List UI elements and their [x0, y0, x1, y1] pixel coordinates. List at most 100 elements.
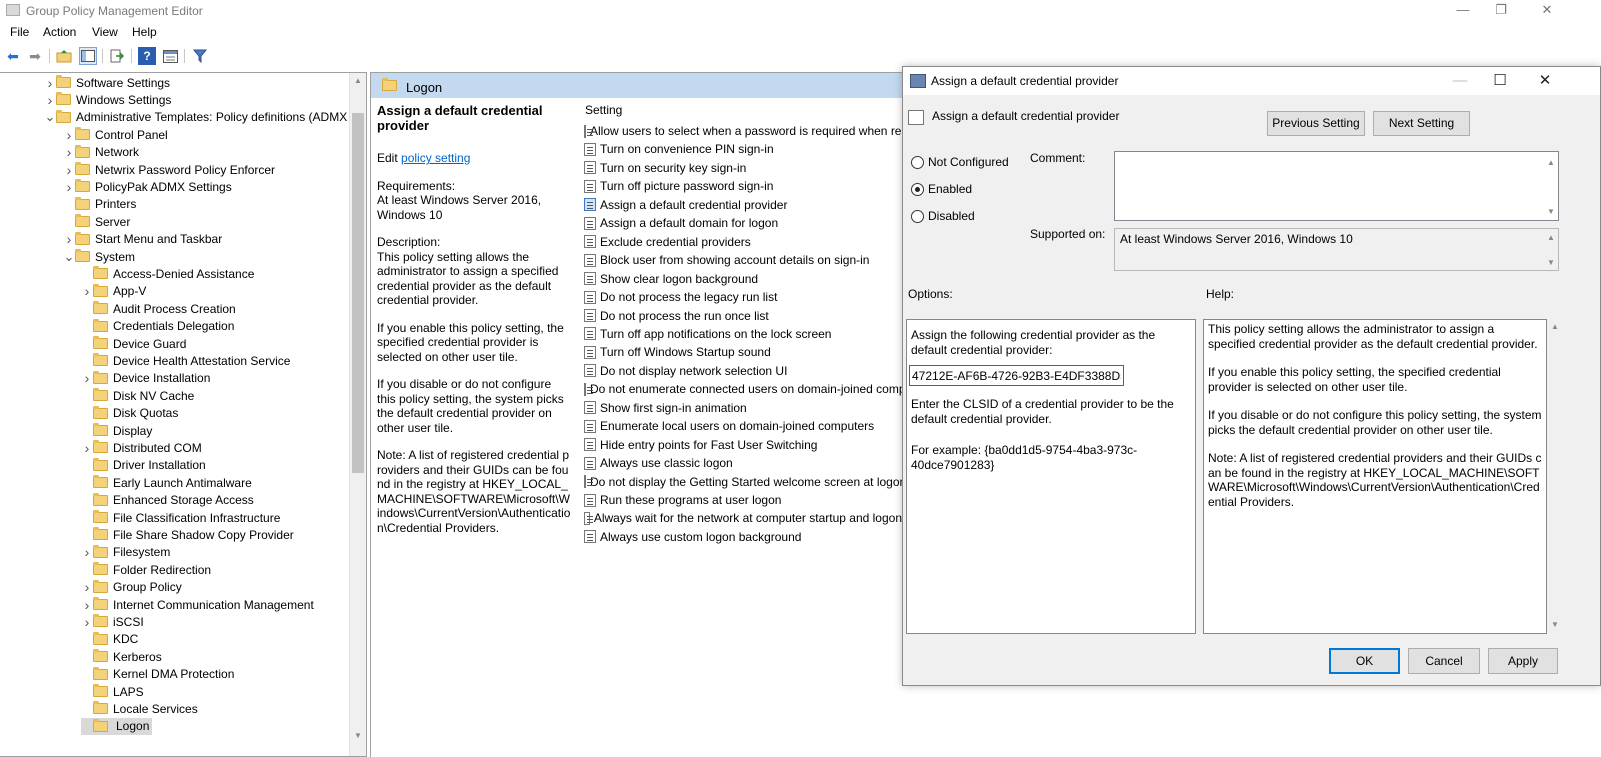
- supported-scroll-down-icon[interactable]: ▼: [1545, 258, 1557, 267]
- radio-disabled-circle[interactable]: [911, 209, 924, 223]
- tree-item[interactable]: Device Health Attestation Service: [81, 352, 290, 369]
- tree-item[interactable]: File Share Shadow Copy Provider: [81, 526, 294, 543]
- setting-row[interactable]: Assign a default credential provider: [584, 196, 902, 214]
- chevron-right-icon[interactable]: ›: [63, 231, 75, 247]
- setting-row[interactable]: Hide entry points for Fast User Switchin…: [584, 436, 902, 454]
- setting-row[interactable]: Show clear logon background: [584, 270, 902, 288]
- clsid-input[interactable]: [909, 365, 1124, 386]
- chevron-right-icon[interactable]: ›: [81, 579, 93, 595]
- help-icon[interactable]: ?: [138, 47, 156, 65]
- menu-help[interactable]: Help: [132, 25, 157, 39]
- tree-item[interactable]: › Start Menu and Taskbar: [63, 231, 223, 248]
- setting-row[interactable]: Turn off picture password sign-in: [584, 177, 902, 195]
- chevron-right-icon[interactable]: ›: [44, 75, 56, 91]
- tree-item[interactable]: › Network: [63, 144, 139, 161]
- forward-arrow-icon[interactable]: ➡: [26, 47, 44, 65]
- chevron-right-icon[interactable]: ›: [81, 440, 93, 456]
- comment-scroll-up-icon[interactable]: ▲: [1545, 158, 1557, 167]
- previous-setting-button[interactable]: Previous Setting: [1267, 111, 1365, 136]
- tree-item[interactable]: Locale Services: [81, 700, 198, 717]
- chevron-right-icon[interactable]: ›: [81, 283, 93, 299]
- help-scroll-down-icon[interactable]: ▼: [1549, 620, 1561, 629]
- setting-row[interactable]: Show first sign-in animation: [584, 399, 902, 417]
- chevron-right-icon[interactable]: ›: [63, 162, 75, 178]
- setting-row[interactable]: Run these programs at user logon: [584, 491, 902, 509]
- tree-item[interactable]: › Software Settings: [44, 74, 170, 91]
- tree-item[interactable]: › iSCSI: [81, 613, 144, 630]
- comment-textarea[interactable]: [1114, 151, 1559, 221]
- chevron-down-icon[interactable]: ⌄: [44, 109, 56, 125]
- tree-item[interactable]: › Windows Settings: [44, 91, 172, 108]
- setting-row[interactable]: Turn off Windows Startup sound: [584, 343, 902, 361]
- help-scroll-up-icon[interactable]: ▲: [1549, 322, 1561, 331]
- back-arrow-icon[interactable]: ⬅: [4, 47, 22, 65]
- tree-item[interactable]: › Device Installation: [81, 370, 211, 387]
- tree-item[interactable]: Disk NV Cache: [81, 387, 194, 404]
- menu-action[interactable]: Action: [43, 25, 76, 39]
- menu-view[interactable]: View: [92, 25, 118, 39]
- tree-item[interactable]: › Distributed COM: [81, 439, 202, 456]
- dialog-close-button[interactable]: ✕: [1522, 67, 1568, 95]
- tree-item[interactable]: ⌄ Administrative Templates: Policy defini…: [44, 109, 354, 126]
- setting-row[interactable]: Do not process the legacy run list: [584, 288, 902, 306]
- tree-item[interactable]: › Group Policy: [81, 579, 182, 596]
- tree-scroll-down-icon[interactable]: ▼: [352, 731, 364, 740]
- tree-item[interactable]: ⌄ System: [63, 248, 135, 265]
- radio-disabled[interactable]: Disabled: [911, 209, 975, 223]
- cancel-button[interactable]: Cancel: [1408, 648, 1480, 674]
- setting-row[interactable]: Assign a default domain for logon: [584, 214, 902, 232]
- apply-button[interactable]: Apply: [1488, 648, 1558, 674]
- tree-item[interactable]: File Classification Infrastructure: [81, 509, 280, 526]
- setting-row[interactable]: Exclude credential providers: [584, 233, 902, 251]
- setting-row[interactable]: Turn on security key sign-in: [584, 159, 902, 177]
- tree-item[interactable]: Kernel DMA Protection: [81, 666, 234, 683]
- tree-item[interactable]: Credentials Delegation: [81, 318, 234, 335]
- chevron-down-icon[interactable]: ⌄: [63, 249, 75, 265]
- radio-not-configured-circle[interactable]: [911, 155, 924, 169]
- tree-item[interactable]: Device Guard: [81, 335, 186, 352]
- tree-item[interactable]: Early Launch Antimalware: [81, 474, 252, 491]
- chevron-right-icon[interactable]: ›: [81, 370, 93, 386]
- tree-item[interactable]: Access-Denied Assistance: [81, 265, 254, 282]
- setting-row[interactable]: Allow users to select when a password is…: [584, 122, 902, 140]
- setting-row[interactable]: Always use classic logon: [584, 454, 902, 472]
- filter-icon[interactable]: [191, 47, 209, 65]
- setting-row[interactable]: Always wait for the network at computer …: [584, 509, 902, 527]
- chevron-right-icon[interactable]: ›: [63, 179, 75, 195]
- setting-row[interactable]: Block user from showing account details …: [584, 251, 902, 269]
- next-setting-button[interactable]: Next Setting: [1373, 111, 1470, 136]
- export-list-icon[interactable]: [108, 47, 126, 65]
- chevron-right-icon[interactable]: ›: [81, 544, 93, 560]
- tree-item[interactable]: › Control Panel: [63, 126, 168, 143]
- tree-item[interactable]: LAPS: [81, 683, 144, 700]
- setting-row[interactable]: Turn off app notifications on the lock s…: [584, 325, 902, 343]
- tree-item[interactable]: Enhanced Storage Access: [81, 492, 254, 509]
- chevron-right-icon[interactable]: ›: [81, 597, 93, 613]
- setting-row[interactable]: Do not enumerate connected users on doma…: [584, 380, 902, 398]
- setting-row[interactable]: Do not display network selection UI: [584, 362, 902, 380]
- radio-enabled[interactable]: Enabled: [911, 182, 972, 196]
- dialog-maximize-button[interactable]: ☐: [1477, 67, 1523, 95]
- tree-item[interactable]: Logon: [81, 717, 153, 735]
- setting-column-header[interactable]: Setting: [585, 103, 622, 117]
- properties-icon[interactable]: [161, 47, 179, 65]
- chevron-right-icon[interactable]: ›: [81, 614, 93, 630]
- setting-row[interactable]: Enumerate local users on domain-joined c…: [584, 417, 902, 435]
- tree-item[interactable]: › App-V: [81, 283, 147, 300]
- comment-scroll-down-icon[interactable]: ▼: [1545, 207, 1557, 216]
- tree-item[interactable]: › Filesystem: [81, 544, 171, 561]
- setting-row[interactable]: Do not process the run once list: [584, 307, 902, 325]
- tree-item[interactable]: › Netwrix Password Policy Enforcer: [63, 161, 275, 178]
- tree-item[interactable]: Kerberos: [81, 648, 162, 665]
- chevron-right-icon[interactable]: ›: [44, 92, 56, 108]
- show-hide-tree-icon[interactable]: [79, 47, 97, 65]
- menu-file[interactable]: File: [10, 25, 29, 39]
- chevron-right-icon[interactable]: ›: [63, 144, 75, 160]
- tree-item[interactable]: Server: [63, 213, 130, 230]
- tree-item[interactable]: Printers: [63, 196, 136, 213]
- setting-row[interactable]: Always use custom logon background: [584, 528, 902, 546]
- setting-row[interactable]: Do not display the Getting Started welco…: [584, 473, 902, 491]
- tree-item[interactable]: Disk Quotas: [81, 405, 178, 422]
- supported-scroll-up-icon[interactable]: ▲: [1545, 233, 1557, 242]
- ok-button[interactable]: OK: [1329, 648, 1400, 674]
